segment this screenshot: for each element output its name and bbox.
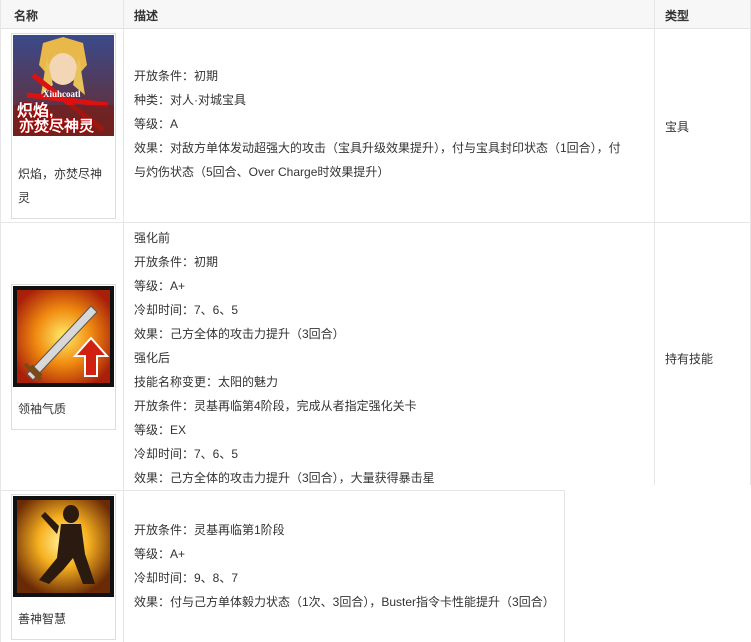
desc-line: 与灼伤状态（5回合、Over Charge时效果提升） [134, 165, 390, 179]
desc-line: 等级：A+ [134, 279, 186, 293]
desc-line: 开放条件：灵基再临第1阶段 [134, 523, 285, 537]
desc-line: 开放条件：初期 [134, 69, 219, 83]
skill-description: 开放条件：灵基再临第1阶段 等级：A+ 冷却时间：9、8、7 效果：付与己方单体… [134, 518, 555, 614]
skill-card: 善神智慧 [11, 494, 116, 640]
noble-phantasm-description: 开放条件：初期 种类：对人·对城宝具 等级：A 效果：对敌方单体发动超强大的攻击… [134, 64, 621, 184]
desc-line: 等级：A [134, 117, 179, 131]
header-type: 类型 [665, 9, 690, 23]
image-caption-big-2: 亦焚尽神灵 [19, 118, 95, 135]
table-border-left [0, 0, 1, 642]
skill-name: 善神智慧 [18, 612, 67, 626]
desc-line: 开放条件：初期 [134, 255, 219, 269]
noble-phantasm-card: Xiuhcoatl 炽焰, 亦焚尽神灵 炽焰，亦焚尽神灵 [11, 33, 116, 219]
noble-phantasm-image: Xiuhcoatl 炽焰, 亦焚尽神灵 [13, 35, 114, 136]
type-skill: 持有技能 [665, 352, 714, 366]
header-name: 名称 [14, 9, 39, 23]
guts-skill-icon [13, 496, 114, 597]
noble-phantasm-name: 炽焰，亦焚尽神灵 [18, 167, 103, 205]
skill-card: 领袖气质 [11, 284, 116, 430]
desc-line: 等级：A+ [134, 547, 186, 561]
desc-line: 种类：对人·对城宝具 [134, 93, 246, 107]
desc-line: 强化前 [134, 231, 171, 245]
type-noble-phantasm: 宝具 [665, 120, 690, 134]
column-divider [654, 0, 655, 485]
desc-line: 技能名称变更：太阳的魅力 [134, 375, 279, 389]
desc-line: 冷却时间：7、6、5 [134, 303, 239, 317]
desc-line: 强化后 [134, 351, 171, 365]
column-divider [123, 0, 124, 642]
desc-line: 效果：付与己方单体毅力状态（1次、3回合），Buster指令卡性能提升（3回合） [134, 595, 555, 609]
desc-line: 等级：EX [134, 423, 187, 437]
row-divider [0, 222, 751, 223]
table-header: 名称 描述 类型 [0, 0, 751, 29]
desc-line: 开放条件：灵基再临第4阶段，完成从者指定强化关卡 [134, 399, 417, 413]
desc-line: 冷却时间：9、8、7 [134, 571, 239, 585]
desc-line: 效果：己方全体的攻击力提升（3回合） [134, 327, 345, 341]
row-divider [0, 490, 565, 491]
column-divider [564, 490, 565, 642]
skill-name: 领袖气质 [18, 402, 67, 416]
desc-line: 效果：对敌方单体发动超强大的攻击（宝具升级效果提升），付与宝具封印状态（1回合）… [134, 141, 621, 155]
desc-line: 冷却时间：7、6、5 [134, 447, 239, 461]
desc-line: 效果：己方全体的攻击力提升（3回合），大量获得暴击星 [134, 471, 435, 485]
header-description: 描述 [134, 9, 159, 23]
charisma-skill-icon [13, 286, 114, 387]
skill-description: 强化前 开放条件：初期 等级：A+ 冷却时间：7、6、5 效果：己方全体的攻击力… [134, 226, 435, 490]
